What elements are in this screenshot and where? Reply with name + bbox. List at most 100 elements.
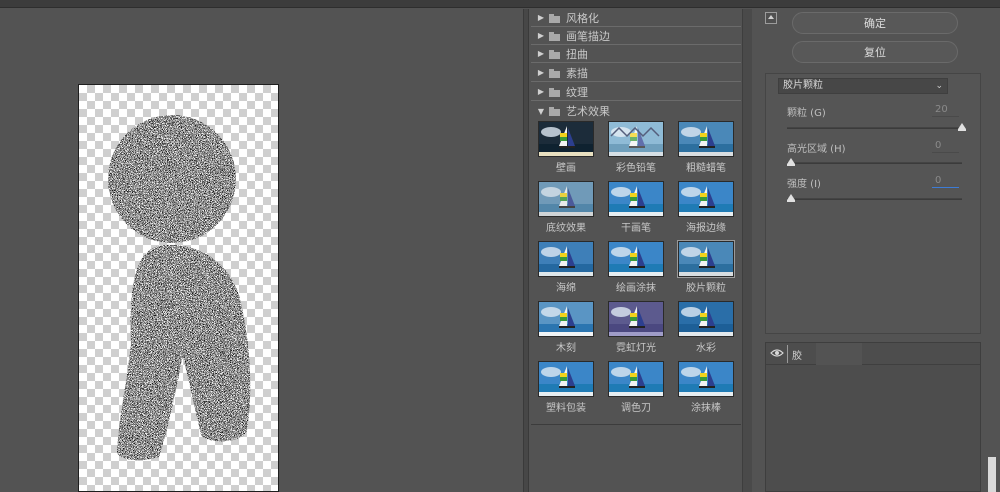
sailboat-preview-icon (609, 122, 663, 156)
filter-thumb[interactable]: 霓虹灯光 (608, 301, 664, 354)
highlight-slider[interactable] (787, 158, 962, 166)
category-label: 艺术效果 (566, 105, 610, 118)
ok-button[interactable]: 确定 (792, 12, 958, 34)
filter-thumb-label: 霓虹灯光 (616, 343, 656, 354)
filter-thumb[interactable]: 海绵 (538, 241, 594, 294)
category-sketch[interactable]: ▶ 素描 (531, 64, 741, 82)
reset-button[interactable]: 复位 (792, 41, 958, 63)
filter-thumb-image (678, 301, 734, 337)
category-distort[interactable]: ▶ 扭曲 (531, 45, 741, 63)
effect-layer-name: 胶 (792, 351, 802, 362)
settings-panel: 确定 复位 胶片颗粒 ⌄ 颗粒 (G) 20 高光区域 (H) 0 强度 (I)… (752, 9, 1000, 492)
preview-area[interactable] (0, 9, 523, 492)
filter-thumb-image (608, 361, 664, 397)
filter-thumb-image (538, 121, 594, 157)
intensity-slider-handle[interactable] (787, 194, 795, 202)
effect-layer-row[interactable]: 胶 (766, 343, 980, 365)
expand-arrow-icon: ▶ (537, 68, 545, 77)
expand-arrow-icon: ▶ (537, 31, 545, 40)
filter-thumb[interactable]: 涂抹棒 (678, 361, 734, 414)
expand-arrow-icon: ▶ (537, 13, 545, 22)
eye-icon[interactable] (770, 348, 784, 358)
highlight-slider-handle[interactable] (787, 158, 795, 166)
filter-thumb[interactable]: 彩色铅笔 (608, 121, 664, 174)
filter-thumb-label: 干画笔 (621, 223, 651, 234)
collapse-arrow-icon: ▼ (537, 106, 545, 116)
filter-thumb-image (538, 301, 594, 337)
effect-layers: 胶 (765, 342, 981, 492)
highlight-input[interactable]: 0 (932, 139, 959, 153)
top-bar (0, 0, 1000, 8)
filter-thumb-label: 海绵 (556, 283, 576, 294)
folder-open-icon (548, 106, 562, 116)
category-label: 风格化 (566, 11, 599, 25)
filter-thumb-image (608, 241, 664, 277)
filter-thumb-label: 壁画 (556, 163, 576, 174)
sailboat-preview-icon (679, 182, 733, 216)
folder-icon (548, 13, 562, 23)
filter-thumb[interactable]: 底纹效果 (538, 181, 594, 234)
filter-thumb-label: 木刻 (556, 343, 576, 354)
expand-arrow-icon: ▶ (537, 49, 545, 58)
sailboat-preview-icon (609, 242, 663, 276)
sailboat-preview-icon (539, 362, 593, 396)
filter-thumb-label: 绘画涂抹 (616, 283, 656, 294)
grain-slider-handle[interactable] (958, 123, 966, 131)
filter-thumb-image (538, 361, 594, 397)
category-brush-strokes[interactable]: ▶ 画笔描边 (531, 27, 741, 45)
panel-scrollbar[interactable] (988, 457, 996, 492)
expand-arrow-icon: ▶ (537, 87, 545, 96)
category-label: 素描 (566, 66, 588, 80)
sailboat-preview-icon (679, 362, 733, 396)
filter-select-value: 胶片颗粒 (783, 80, 823, 91)
category-label: 扭曲 (566, 47, 588, 61)
sailboat-preview-icon (609, 362, 663, 396)
filter-thumb-label: 水彩 (696, 343, 716, 354)
category-label: 画笔描边 (566, 29, 610, 43)
filter-thumb[interactable]: 木刻 (538, 301, 594, 354)
filter-thumb[interactable]: 水彩 (678, 301, 734, 354)
filter-select[interactable]: 胶片颗粒 ⌄ (778, 78, 948, 94)
filter-thumb[interactable]: 塑料包装 (538, 361, 594, 414)
filter-list: ▶ 风格化 ▶ 画笔描边 ▶ 扭曲 ▶ 素描 ▶ 纹理 ▼ 艺术效果 壁画 彩色… (531, 9, 741, 425)
grain-slider[interactable] (787, 123, 966, 131)
folder-icon (548, 87, 562, 97)
filter-thumb-image (538, 241, 594, 277)
grain-label: 颗粒 (G) (787, 108, 826, 119)
highlight-label: 高光区域 (H) (787, 144, 846, 155)
filter-thumb[interactable]: 调色刀 (608, 361, 664, 414)
filter-thumb[interactable]: 壁画 (538, 121, 594, 174)
folder-icon (548, 68, 562, 78)
filter-thumb[interactable]: 海报边缘 (678, 181, 734, 234)
filter-thumb[interactable]: 胶片颗粒 (677, 240, 735, 294)
filter-thumb-label: 粗糙蜡笔 (686, 163, 726, 174)
category-label: 纹理 (566, 85, 588, 99)
filter-thumb[interactable]: 绘画涂抹 (608, 241, 664, 294)
filter-thumb[interactable]: 干画笔 (608, 181, 664, 234)
preview-canvas[interactable] (78, 84, 279, 492)
noise-figure (108, 115, 251, 461)
filter-thumb-label: 彩色铅笔 (616, 163, 656, 174)
category-texture[interactable]: ▶ 纹理 (531, 83, 741, 101)
layer-divider (787, 345, 788, 363)
intensity-slider[interactable] (787, 194, 962, 202)
category-stylize[interactable]: ▶ 风格化 (531, 9, 741, 27)
filter-thumb-image (608, 181, 664, 217)
filter-thumb-label: 底纹效果 (546, 223, 586, 234)
gallery-scrollbar[interactable] (742, 9, 752, 492)
intensity-input[interactable]: 0 (932, 174, 959, 188)
collapse-gallery-icon[interactable] (765, 12, 777, 24)
grain-input[interactable]: 20 (932, 103, 959, 117)
sailboat-preview-icon (539, 302, 593, 336)
sailboat-preview-icon (609, 302, 663, 336)
sailboat-preview-icon (679, 302, 733, 336)
filter-thumb-label: 塑料包装 (546, 403, 586, 414)
intensity-label: 强度 (I) (787, 179, 821, 190)
filter-thumb-image (678, 181, 734, 217)
category-artistic[interactable]: ▼ 艺术效果 (531, 102, 741, 120)
filter-thumb-label: 涂抹棒 (691, 403, 721, 414)
sailboat-preview-icon (539, 182, 593, 216)
filter-thumb-image (608, 301, 664, 337)
filter-thumb[interactable]: 粗糙蜡笔 (678, 121, 734, 174)
filter-thumb-image (608, 121, 664, 157)
